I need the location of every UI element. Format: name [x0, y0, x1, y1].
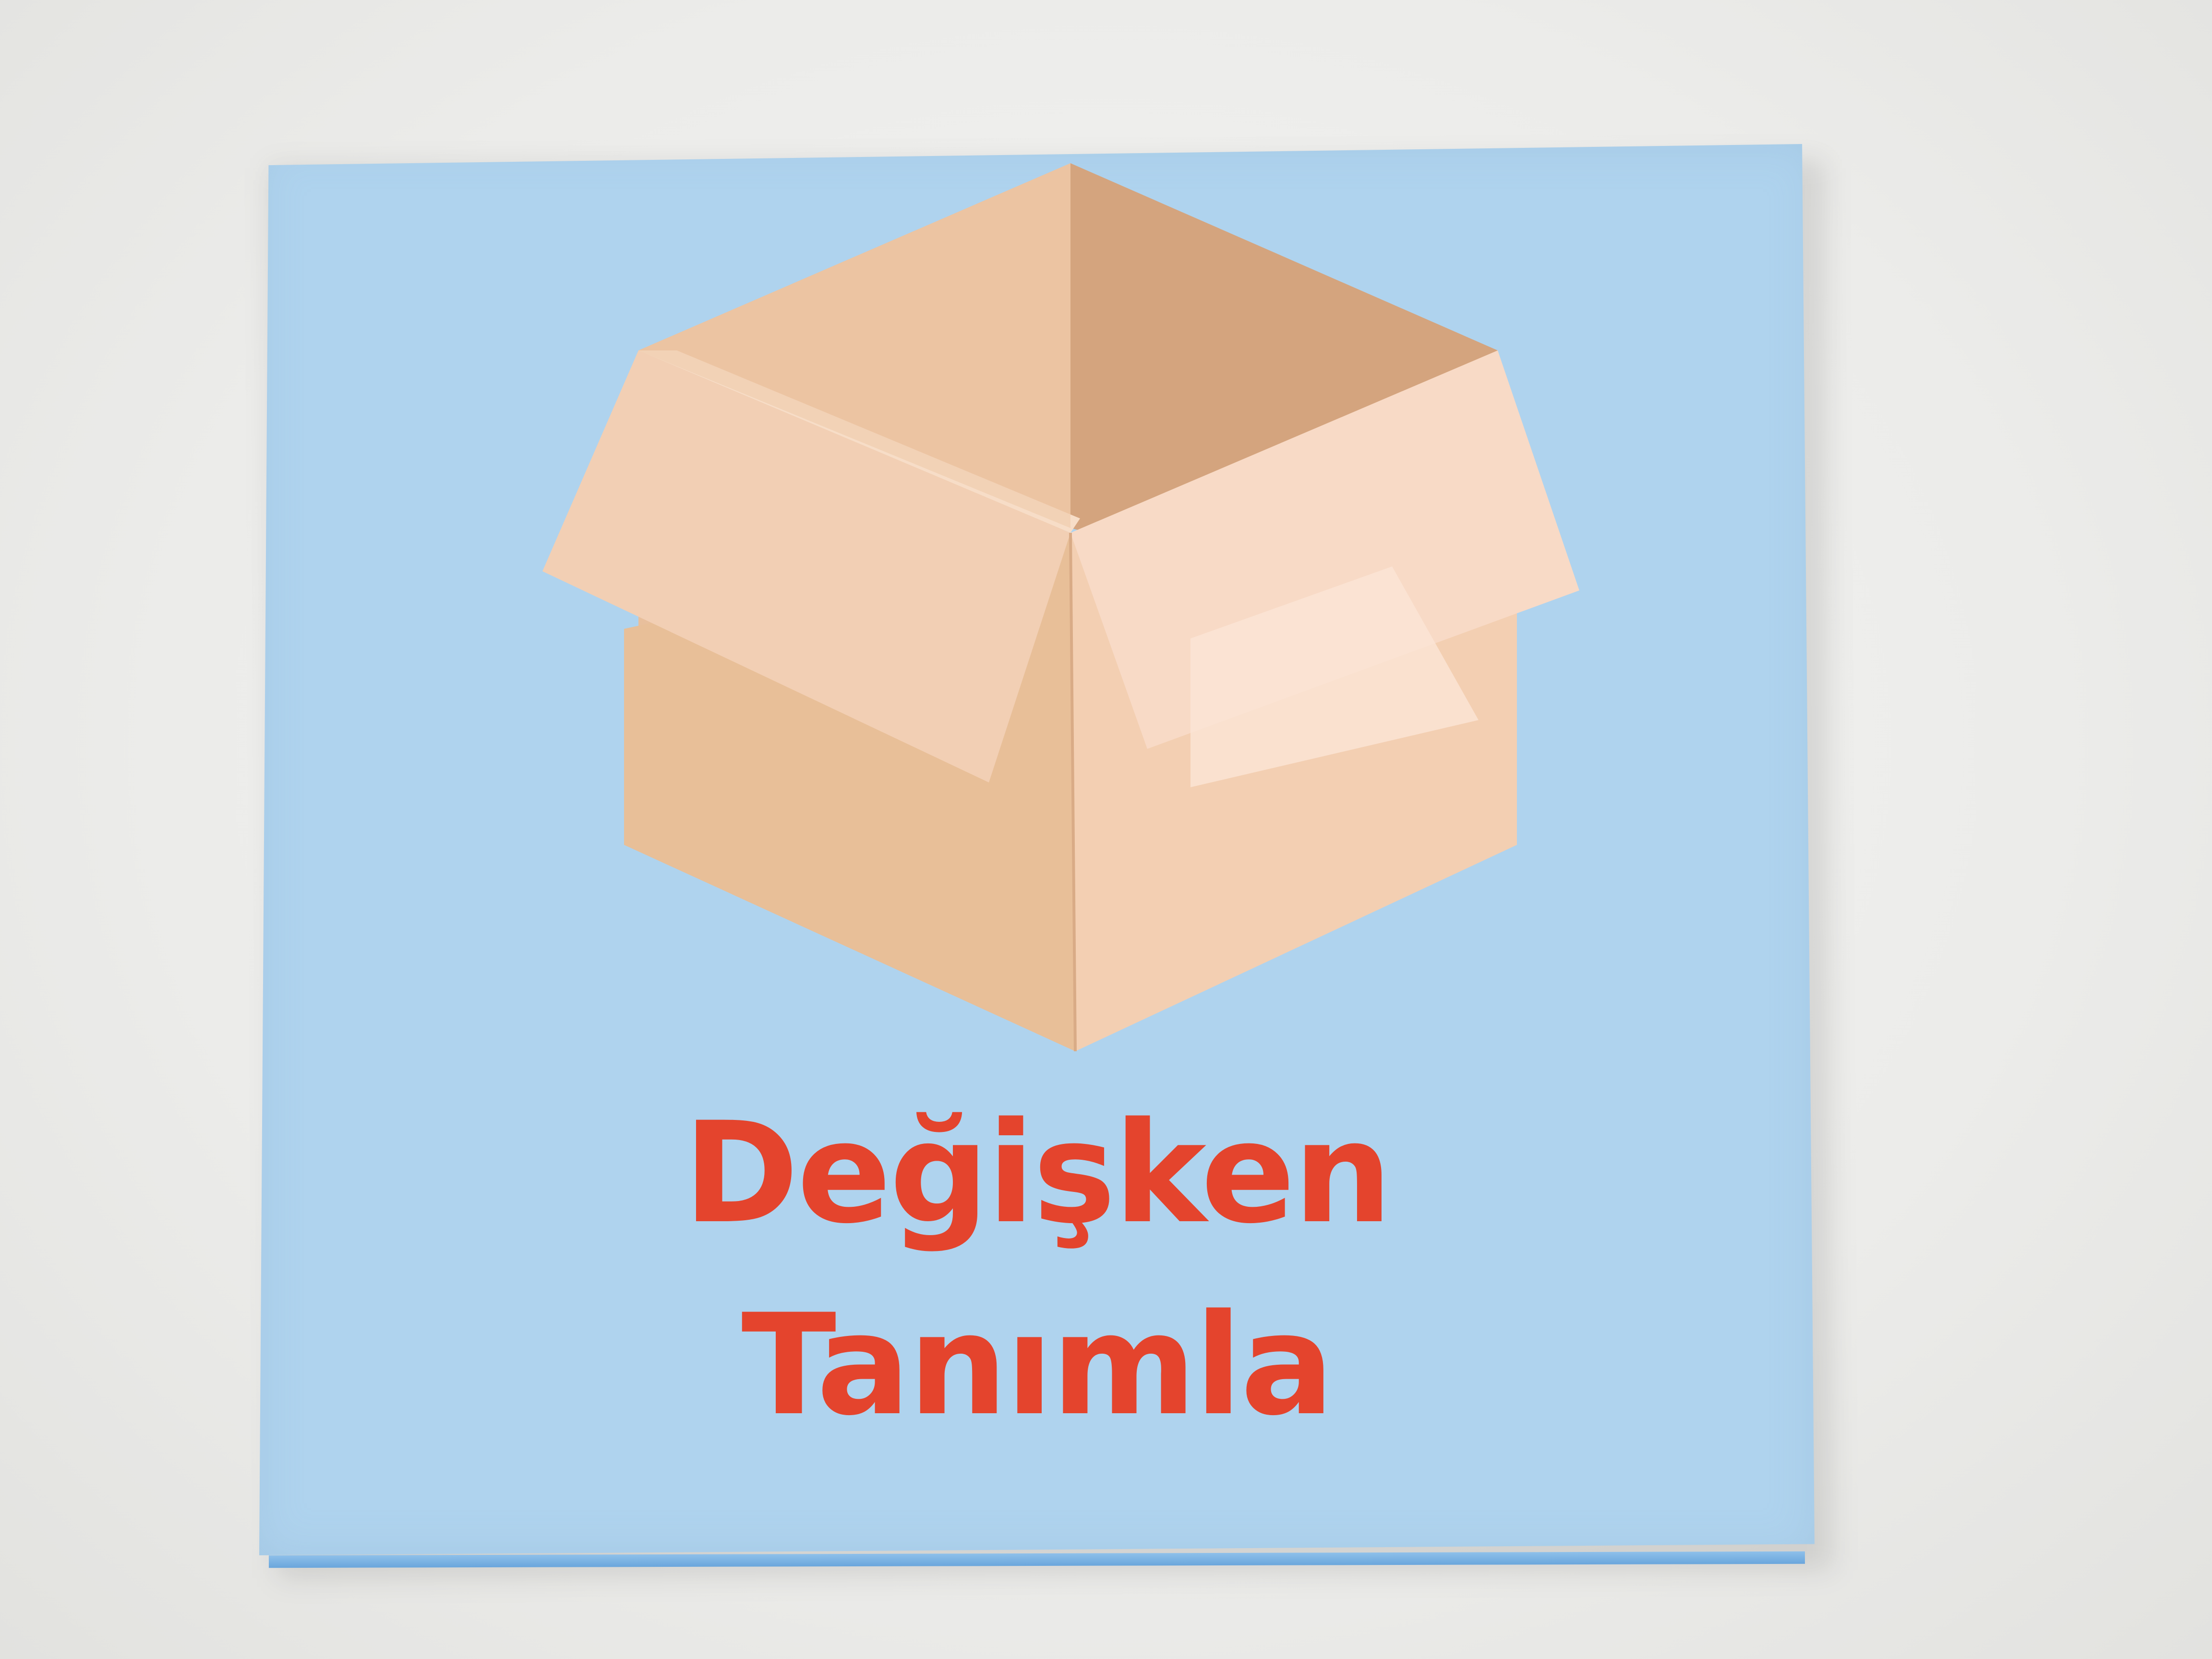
open-cardboard-box-icon: [542, 163, 1579, 1052]
photo-background: Değişken Tanımla: [0, 0, 2212, 1659]
title-line-1: Değişken: [683, 1093, 1392, 1254]
title-line-2: Tanımla: [741, 1285, 1334, 1446]
